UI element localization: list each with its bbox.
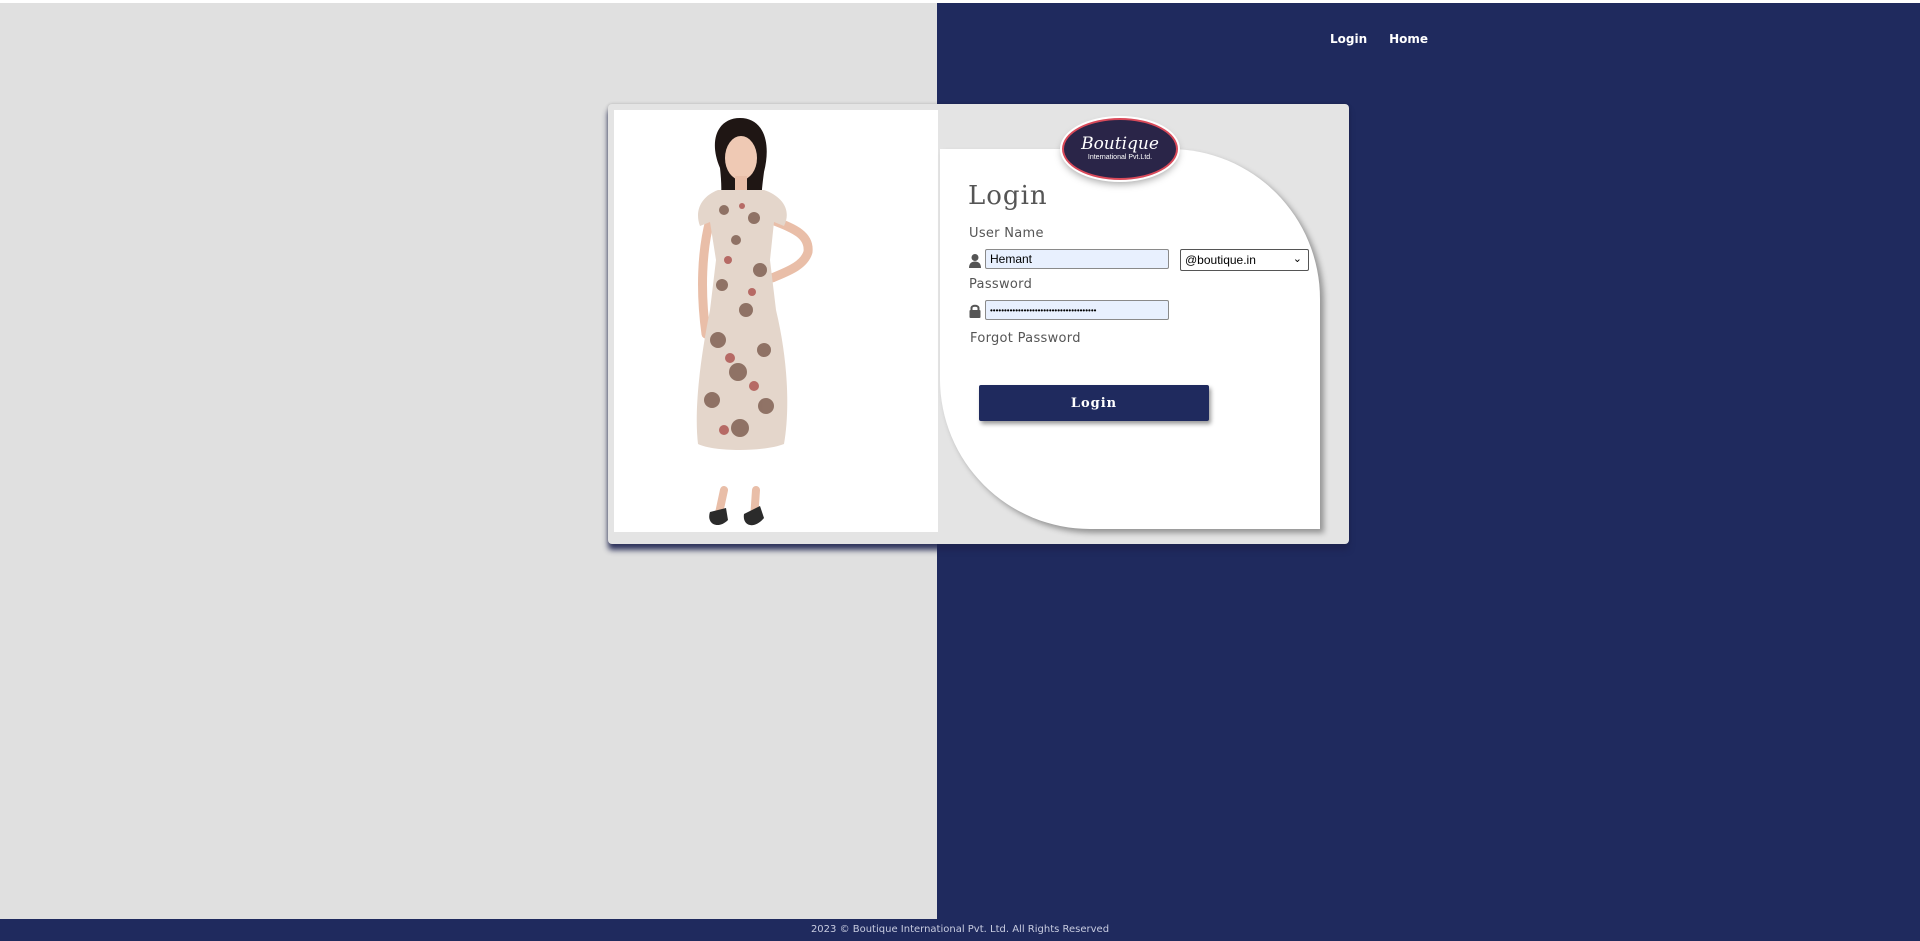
password-label: Password <box>969 277 1033 292</box>
logo-title: Boutique <box>1081 134 1159 154</box>
username-label: User Name <box>969 226 1044 241</box>
domain-select[interactable]: @boutique.in ⌄ <box>1180 249 1309 271</box>
dress-model-illustration <box>696 118 813 526</box>
model-photo <box>614 110 938 532</box>
nav-home-link[interactable]: Home <box>1389 32 1428 46</box>
footer: 2023 © Boutique International Pvt. Ltd. … <box>0 919 1920 941</box>
top-nav: Login Home <box>1330 32 1428 46</box>
nav-login-link[interactable]: Login <box>1330 32 1367 46</box>
page-title: Login <box>968 181 1048 211</box>
logo-subtitle: International Pvt.Ltd. <box>1087 154 1153 161</box>
password-input[interactable] <box>985 300 1169 320</box>
login-card: Boutique International Pvt.Ltd. Login Us… <box>608 104 1349 544</box>
forgot-password-link[interactable]: Forgot Password <box>970 331 1081 346</box>
lock-icon <box>969 304 981 318</box>
login-button[interactable]: Login <box>979 385 1209 421</box>
copyright-text: 2023 © Boutique International Pvt. Ltd. … <box>810 924 1110 935</box>
user-icon <box>969 254 981 268</box>
domain-select-value: @boutique.in <box>1185 253 1256 267</box>
username-input[interactable] <box>985 249 1169 269</box>
chevron-down-icon: ⌄ <box>1292 253 1302 265</box>
boutique-logo: Boutique International Pvt.Ltd. <box>1062 118 1178 180</box>
